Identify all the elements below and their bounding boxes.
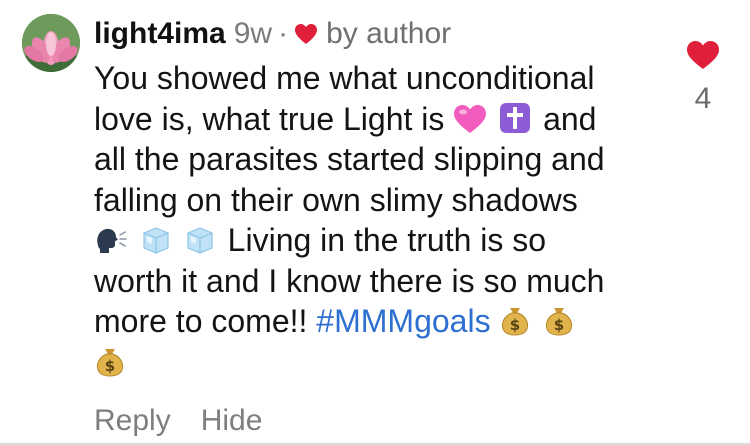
comment-text: more to come!! — [94, 303, 308, 339]
comment-line: all the parasites started slipping and — [94, 139, 674, 180]
heart-icon[interactable] — [686, 40, 720, 70]
comment-body: You showed me what unconditional love is… — [94, 58, 674, 382]
hide-button[interactable]: Hide — [201, 404, 263, 438]
comment: light4ima 9w · by author You showed me w… — [0, 0, 750, 445]
pink-heart-emoji-icon — [454, 104, 487, 133]
comment-line: more to come!! #MMMgoals $ $ — [94, 301, 674, 342]
svg-text:$: $ — [105, 357, 115, 375]
comment-text: falling on their own slimy shadows — [94, 181, 578, 218]
username[interactable]: light4ima — [94, 17, 226, 51]
comment-text: love is, what true Light is — [94, 100, 445, 137]
svg-text:$: $ — [554, 316, 564, 334]
latin-cross-emoji-icon — [500, 102, 531, 133]
comment-line: Living in the truth is so — [94, 220, 674, 261]
comment-line: love is, what true Light is and — [94, 99, 674, 140]
comment-line: You showed me what unconditional — [94, 58, 674, 99]
comment-line: $ — [94, 342, 674, 383]
ice-cube-emoji-icon — [187, 227, 213, 254]
avatar[interactable] — [22, 14, 80, 72]
separator-dot: · — [278, 17, 289, 50]
money-bag-emoji-icon: $ — [502, 308, 529, 336]
money-bag-emoji-icon: $ — [96, 348, 124, 377]
money-bag-emoji-icon: $ — [546, 308, 573, 336]
reply-button[interactable]: Reply — [94, 404, 171, 438]
comment-text: Living in the truth is so — [227, 222, 547, 258]
comment-text: worth it and I know there is so much — [94, 262, 605, 299]
liked-by-author-label: by author — [326, 17, 452, 50]
svg-text:$: $ — [510, 316, 520, 334]
comment-line: falling on their own slimy shadows — [94, 180, 674, 221]
timestamp: 9w — [233, 17, 273, 50]
lotus-flower-avatar-icon — [22, 14, 80, 72]
hashtag-link[interactable]: #MMMgoals — [316, 303, 490, 339]
speaking-head-emoji-icon — [97, 228, 127, 253]
comment-text: and — [543, 100, 597, 137]
comment-text: You showed me what unconditional — [94, 60, 595, 96]
like-count: 4 — [694, 82, 712, 115]
comment-text: all the parasites started slipping and — [94, 141, 605, 177]
heart-icon — [295, 24, 318, 44]
comment-actions: Reply Hide — [94, 404, 262, 438]
comment-header: light4ima 9w · by author — [94, 14, 451, 54]
comment-line: worth it and I know there is so much — [94, 261, 674, 302]
ice-cube-emoji-icon — [143, 227, 169, 254]
